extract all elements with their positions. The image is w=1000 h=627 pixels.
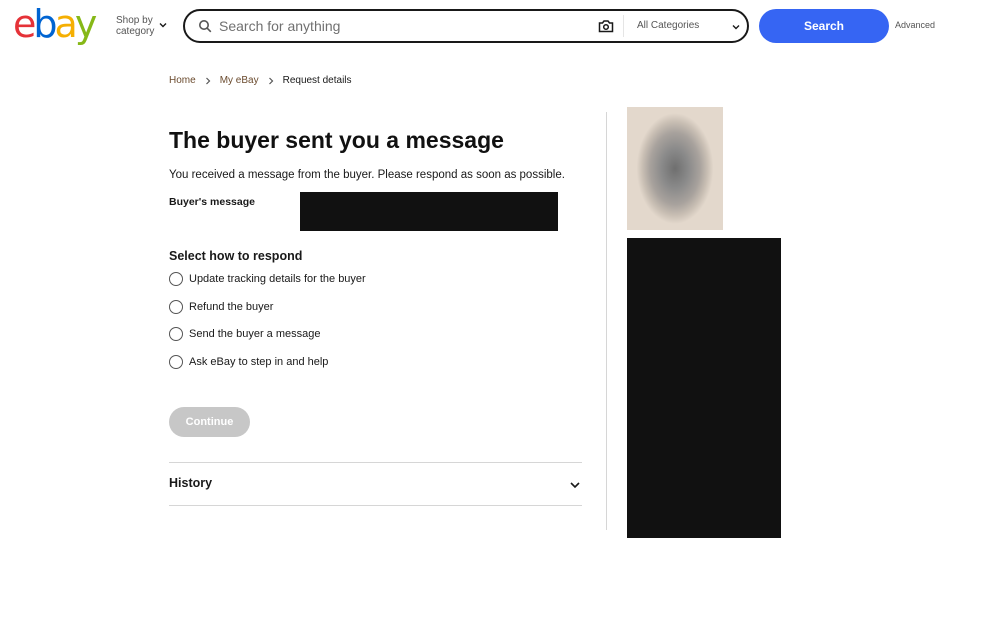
camera-icon[interactable] bbox=[598, 19, 614, 33]
chevron-down-icon[interactable] bbox=[731, 22, 741, 32]
radio-button[interactable] bbox=[169, 327, 183, 341]
search-bar: All Categories bbox=[183, 9, 749, 43]
option-label: Update tracking details for the buyer bbox=[189, 273, 366, 285]
option-label: Ask eBay to step in and help bbox=[189, 356, 329, 368]
search-button[interactable]: Search bbox=[759, 9, 889, 43]
search-divider bbox=[623, 15, 624, 37]
radio-button[interactable] bbox=[169, 355, 183, 369]
option-label: Send the buyer a message bbox=[189, 328, 321, 340]
item-details-redacted bbox=[627, 238, 781, 538]
item-image[interactable] bbox=[627, 107, 723, 230]
chevron-down-icon[interactable] bbox=[569, 479, 581, 491]
breadcrumb: Home My eBay Request details bbox=[169, 75, 352, 86]
buyer-message-label: Buyer's message bbox=[169, 196, 255, 208]
category-select[interactable]: All Categories bbox=[637, 20, 699, 31]
breadcrumb-home[interactable]: Home bbox=[169, 75, 196, 86]
history-accordion[interactable]: History bbox=[169, 476, 212, 490]
breadcrumb-my-ebay[interactable]: My eBay bbox=[220, 75, 259, 86]
chevron-down-icon[interactable] bbox=[158, 20, 168, 30]
page-title: The buyer sent you a message bbox=[169, 127, 504, 153]
continue-button[interactable]: Continue bbox=[169, 407, 250, 437]
category-label: category bbox=[116, 26, 155, 37]
advanced-search-link[interactable]: Advanced bbox=[895, 20, 935, 30]
chevron-right-icon bbox=[205, 77, 211, 84]
radio-button[interactable] bbox=[169, 300, 183, 314]
logo-letter-y: y bbox=[74, 2, 97, 46]
option-label: Refund the buyer bbox=[189, 301, 274, 313]
respond-heading: Select how to respond bbox=[169, 249, 303, 263]
search-icon bbox=[199, 20, 212, 33]
search-input[interactable] bbox=[219, 16, 589, 36]
shop-by-category-button[interactable]: Shop by category bbox=[116, 15, 154, 37]
logo-letter-a: a bbox=[54, 2, 78, 46]
chevron-right-icon bbox=[268, 77, 273, 84]
option-refund-buyer[interactable]: Refund the buyer bbox=[169, 300, 273, 314]
vertical-divider bbox=[606, 112, 607, 530]
buyer-message-redacted bbox=[300, 192, 558, 231]
divider bbox=[169, 505, 582, 506]
radio-button[interactable] bbox=[169, 272, 183, 286]
breadcrumb-request-details: Request details bbox=[282, 75, 352, 86]
logo-letter-b: b bbox=[33, 2, 57, 46]
ebay-logo[interactable]: ebay bbox=[13, 2, 97, 46]
shop-by-label: Shop by bbox=[116, 15, 153, 26]
page-subtitle: You received a message from the buyer. P… bbox=[169, 169, 565, 181]
option-ask-ebay[interactable]: Ask eBay to step in and help bbox=[169, 355, 328, 369]
divider bbox=[169, 462, 582, 463]
logo-letter-e: e bbox=[13, 2, 36, 46]
option-update-tracking[interactable]: Update tracking details for the buyer bbox=[169, 272, 366, 286]
option-send-message[interactable]: Send the buyer a message bbox=[169, 327, 320, 341]
